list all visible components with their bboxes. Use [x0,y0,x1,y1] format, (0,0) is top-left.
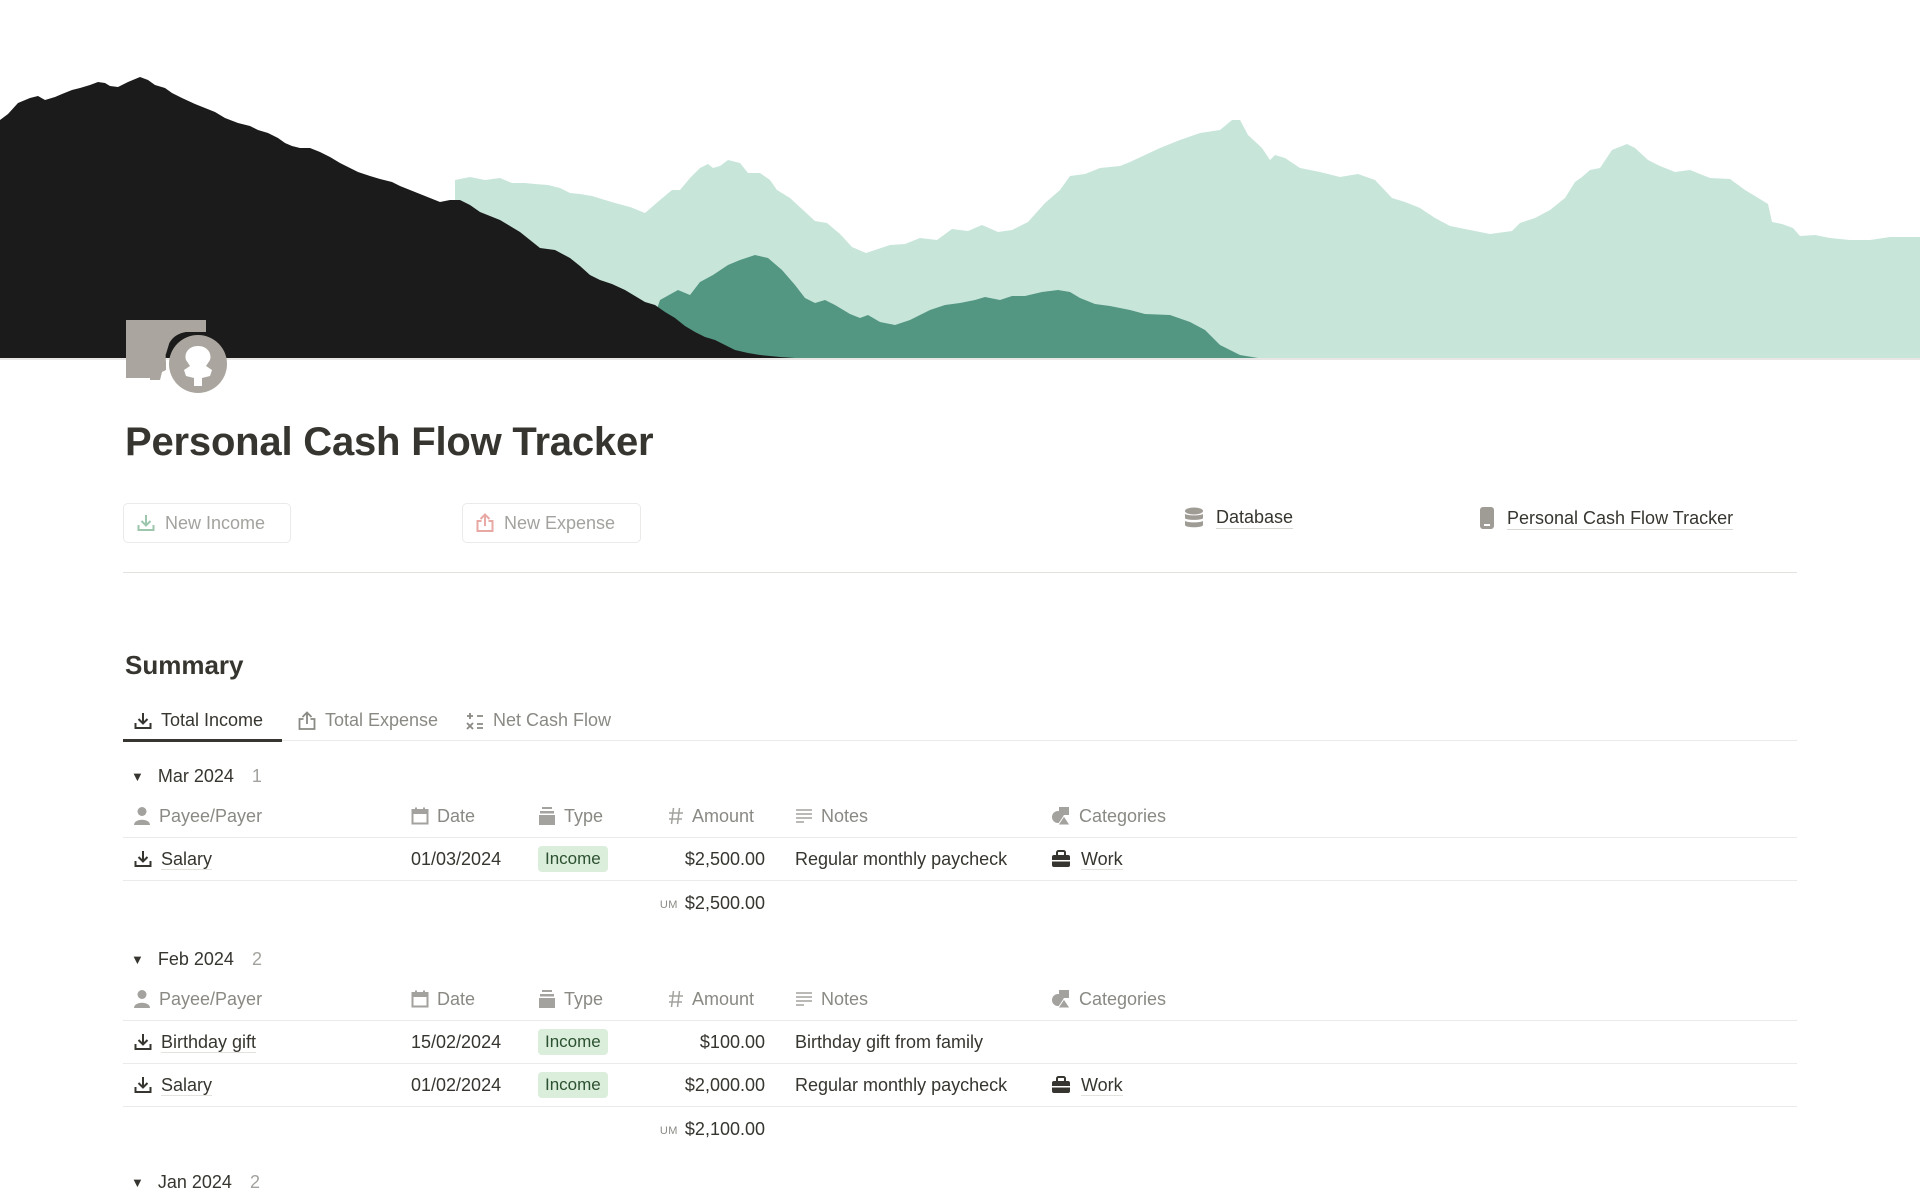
table-row[interactable]: Birthday gift 15/02/2024 Income $100.00 … [123,1021,1797,1064]
group-sum: UM $2,100.00 [123,1108,1797,1150]
page-link-label: Personal Cash Flow Tracker [1507,507,1734,530]
download-icon [134,1034,152,1050]
column-header-type[interactable]: Type [538,795,603,837]
column-header-notes[interactable]: Notes [795,795,868,837]
table-row[interactable]: Salary 01/03/2024 Income $2,500.00 Regul… [123,838,1797,881]
column-header-date[interactable]: Date [411,795,475,837]
cover-image [0,0,1920,360]
phone-icon [1480,507,1494,529]
category-link[interactable]: Work [1081,1075,1123,1096]
group-toggle[interactable]: ▼ Mar 2024 1 [131,762,262,790]
new-expense-button[interactable]: New Expense [462,503,641,543]
download-icon [134,851,152,867]
briefcase-icon [1052,850,1070,867]
table-header: Payee/Payer Date Type Amount Notes Categ… [123,795,1797,838]
row-name[interactable]: Salary [161,849,213,870]
column-header-categories[interactable]: Categories [1051,795,1166,837]
cash-icon[interactable] [126,320,228,396]
table-header: Payee/Payer Date Type Amount Notes Categ… [123,978,1797,1021]
select-icon [539,990,555,1008]
number-icon [669,807,683,825]
calendar-icon [411,990,429,1008]
relation-icon [1052,807,1071,826]
summary-heading: Summary [125,650,244,680]
page-link[interactable]: Personal Cash Flow Tracker [1479,506,1734,530]
column-header-amount[interactable]: Amount [668,978,754,1020]
calendar-icon [411,807,429,825]
column-header-amount[interactable]: Amount [668,795,754,837]
column-header-payee[interactable]: Payee/Payer [133,795,262,837]
row-date: 01/02/2024 [411,1074,502,1095]
column-header-date[interactable]: Date [411,978,475,1020]
relation-icon [1052,990,1071,1009]
upload-icon [476,513,494,532]
upload-icon [298,710,316,730]
sum-value: $2,100.00 [684,1118,765,1139]
download-icon [134,1077,152,1093]
row-amount: $100.00 [699,1031,765,1052]
row-date: 15/02/2024 [411,1031,502,1052]
category-link[interactable]: Work [1081,849,1123,870]
row-amount: $2,500.00 [684,848,765,869]
briefcase-icon [1052,1076,1070,1093]
sum-label: UM [659,1124,678,1137]
row-amount: $2,000.00 [684,1074,765,1095]
number-icon [669,990,683,1008]
tab-net-cash-flow[interactable]: Net Cash Flow [459,700,617,741]
column-header-type[interactable]: Type [538,978,603,1020]
caret-down-icon: ▼ [131,951,144,967]
group-label: Mar 2024 [157,765,234,786]
download-icon [137,515,155,531]
divider [123,572,1797,573]
page-title: Personal Cash Flow Tracker [125,420,654,464]
column-header-payee[interactable]: Payee/Payer [133,978,262,1020]
type-tag: Income [538,846,608,872]
person-icon [134,990,150,1008]
calculator-icon [466,712,483,730]
text-icon [796,809,812,823]
group-count: 2 [249,1171,260,1192]
group-toggle[interactable]: ▼ Feb 2024 2 [131,945,262,973]
caret-down-icon: ▼ [131,768,144,784]
group-sum: UM $2,500.00 [123,882,1797,924]
tab-label: Total Expense [325,710,439,730]
tab-total-expense[interactable]: Total Expense [291,700,444,741]
person-icon [134,807,150,825]
row-notes: Regular monthly paycheck [795,1074,1008,1095]
new-income-button[interactable]: New Income [123,503,291,543]
tab-label: Net Cash Flow [493,710,612,730]
row-name[interactable]: Salary [161,1075,213,1096]
sum-label: UM [659,898,678,911]
group-count: 2 [251,948,262,969]
row-notes: Birthday gift from family [795,1031,984,1052]
type-tag: Income [538,1029,608,1055]
summary-tabs: Total Income Total Expense Net Cash Flow [123,700,1797,742]
caret-down-icon: ▼ [131,1174,144,1190]
row-name[interactable]: Birthday gift [161,1032,257,1053]
group-label: Feb 2024 [157,948,234,969]
select-icon [539,807,555,825]
column-header-notes[interactable]: Notes [795,978,868,1020]
new-expense-label: New Expense [504,512,616,533]
group-toggle[interactable]: ▼ Jan 2024 2 [131,1168,260,1196]
database-icon [1185,507,1203,527]
group-count: 1 [251,765,262,786]
row-notes: Regular monthly paycheck [795,848,1008,869]
database-link[interactable]: Database [1184,506,1294,529]
tab-label: Total Income [161,710,264,730]
column-header-categories[interactable]: Categories [1051,978,1166,1020]
new-income-label: New Income [165,512,266,533]
group-label: Jan 2024 [157,1171,232,1192]
table-row[interactable]: Salary 01/02/2024 Income $2,000.00 Regul… [123,1064,1797,1107]
sum-value: $2,500.00 [684,892,765,913]
download-icon [134,712,152,729]
text-icon [796,992,812,1006]
tab-total-income[interactable]: Total Income [123,700,282,742]
type-tag: Income [538,1072,608,1098]
database-link-label: Database [1216,507,1294,529]
row-date: 01/03/2024 [411,848,502,869]
